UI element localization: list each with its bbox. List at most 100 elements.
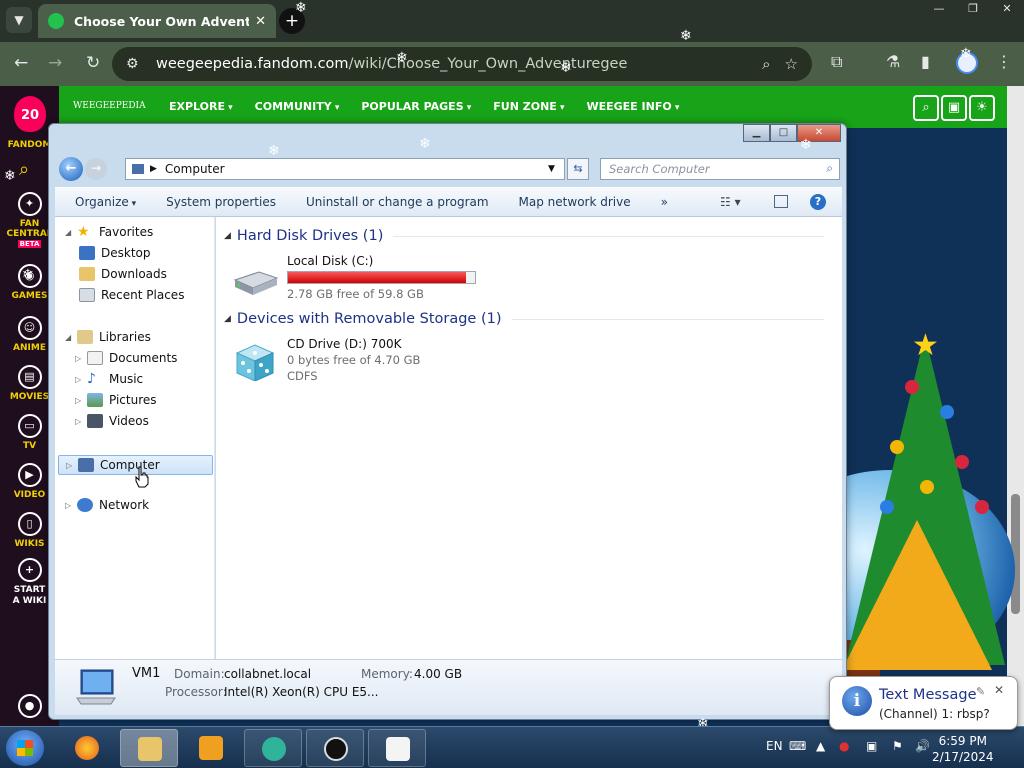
wiki-discuss-icon[interactable]: ▣ [941, 95, 967, 121]
volume-icon[interactable]: 🔊 [915, 739, 930, 753]
nav-documents[interactable]: ▷ Documents [75, 351, 177, 365]
labs-flask-icon[interactable]: ⚗ [886, 52, 900, 71]
network-tray-icon[interactable]: ▣ [866, 739, 877, 753]
search-icon[interactable]: ⌕ [826, 161, 833, 176]
explorer-forward-button[interactable]: → [85, 158, 107, 180]
taskbar-explorer[interactable] [120, 729, 178, 767]
browser-close-button[interactable]: ✕ [990, 0, 1024, 18]
nav-favorites[interactable]: ◢ ★ Favorites [65, 225, 153, 239]
zoom-search-icon[interactable]: ⌕ [762, 55, 770, 73]
start-button[interactable] [6, 730, 44, 766]
drive-free-space: 0 bytes free of 4.70 GB [287, 353, 421, 367]
wiki-menu-explore[interactable]: EXPLORE [169, 100, 233, 113]
clock-time: 6:59 PM [938, 734, 987, 748]
help-icon[interactable]: ? [810, 194, 826, 210]
browser-minimize-button[interactable]: — [922, 0, 956, 18]
downloads-folder-icon [79, 267, 95, 281]
expand-arrow-icon[interactable]: ▷ [75, 375, 85, 384]
wiki-search-icon[interactable]: ⌕ [913, 95, 939, 121]
address-url[interactable]: weegeepedia.fandom.com/wiki/Choose_Your_… [156, 56, 748, 72]
taskbar-app-green[interactable] [244, 729, 302, 767]
nav-network[interactable]: ▷ Network [65, 498, 149, 512]
explorer-refresh-button[interactable]: ⇆ [567, 158, 589, 180]
nav-desktop[interactable]: Desktop [79, 246, 151, 260]
wiki-menu-weegee-info[interactable]: WEEGEE INFO [586, 100, 679, 113]
expand-arrow-icon[interactable]: ▷ [75, 417, 85, 426]
taskbar-app-badge[interactable] [306, 729, 364, 767]
show-hidden-icons[interactable]: ▲ [816, 739, 825, 753]
back-icon[interactable]: ← [14, 53, 28, 73]
browser-menu-icon[interactable]: ⋮ [996, 52, 1012, 71]
collapse-arrow-icon[interactable]: ◢ [224, 314, 231, 324]
taskbar-solitaire[interactable] [368, 729, 426, 767]
expand-arrow-icon[interactable]: ▷ [75, 354, 85, 363]
side-panel-icon[interactable]: ▮ [921, 52, 930, 71]
nav-pictures[interactable]: ▷ Pictures [75, 393, 157, 407]
expand-arrow-icon[interactable]: ▷ [66, 461, 76, 470]
reload-icon[interactable]: ↻ [86, 53, 100, 73]
expand-arrow-icon[interactable]: ▷ [75, 396, 85, 405]
map-network-drive-button[interactable]: Map network drive [519, 195, 631, 209]
nav-libraries[interactable]: ◢ Libraries [65, 330, 151, 344]
change-view-icon[interactable]: ☷ ▾ [720, 195, 741, 209]
info-icon: i [842, 686, 872, 716]
tab-search-button[interactable]: ▼ [6, 7, 32, 33]
pin-icon[interactable]: ✎ [976, 685, 985, 698]
browser-restore-button[interactable]: ❐ [956, 0, 990, 18]
explorer-back-button[interactable]: ← [59, 157, 83, 181]
address-dropdown-icon[interactable]: ▼ [548, 164, 564, 174]
language-indicator[interactable]: EN [766, 739, 783, 753]
wiki-menu-popular-pages[interactable]: POPULAR PAGES [361, 100, 471, 113]
firefox-icon [75, 736, 99, 760]
wiki-menu-community[interactable]: COMMUNITY [255, 100, 340, 113]
keyboard-icon[interactable]: ⌨ [789, 739, 806, 753]
site-info-icon[interactable]: ⚙ [126, 56, 142, 72]
collapse-arrow-icon[interactable]: ◢ [224, 231, 231, 241]
tray-app-icon[interactable]: ● [839, 739, 849, 753]
nav-music[interactable]: ▷ ♪ Music [75, 372, 143, 386]
drive-cd-d[interactable]: CD Drive (D:) 700K 0 bytes free of 4.70 … [231, 337, 491, 391]
nav-videos[interactable]: ▷ Videos [75, 414, 149, 428]
plus-icon: + [17, 558, 42, 582]
extensions-icon[interactable]: ⧉ [831, 52, 842, 72]
more-commands-button[interactable]: » [661, 195, 668, 209]
bookmark-star-icon[interactable]: ☆ [785, 55, 798, 73]
page-scrollbar[interactable] [1007, 86, 1024, 726]
preview-pane-icon[interactable] [774, 195, 788, 208]
address-bar[interactable]: ⚙ weegeepedia.fandom.com/wiki/Choose_You… [112, 47, 812, 81]
expand-arrow-icon[interactable]: ▷ [65, 501, 75, 510]
breadcrumb-separator-icon[interactable]: ▶ [150, 164, 157, 174]
tab-title: Choose Your Own Adventure [74, 13, 250, 29]
explorer-address-bar[interactable]: ▶ Computer ▼ [125, 158, 565, 180]
nav-recent-places[interactable]: Recent Places [79, 288, 184, 302]
system-properties-button[interactable]: System properties [166, 195, 276, 209]
taskbar-firefox[interactable] [58, 729, 116, 767]
wiki-menu-fun-zone[interactable]: FUN ZONE [493, 100, 564, 113]
taskbar-clock[interactable]: 6:59 PM 2/17/2024 [932, 733, 994, 765]
search-icon[interactable]: ⌕ [19, 159, 29, 180]
browser-tab[interactable]: Choose Your Own Adventure ✕ [38, 4, 276, 38]
group-header-hard-disks[interactable]: ◢ Hard Disk Drives (1) [224, 228, 824, 244]
explorer-search-input[interactable]: Search Computer ⌕ [600, 158, 840, 180]
taskbar-media-player[interactable] [182, 729, 240, 767]
explorer-maximize-button[interactable]: □ [770, 124, 797, 142]
wiki-theme-icon[interactable]: ☀ [969, 95, 995, 121]
drive-local-disk-c[interactable]: Local Disk (C:) 2.78 GB free of 59.8 GB [231, 254, 491, 308]
explorer-minimize-button[interactable]: ▁ [743, 124, 770, 142]
tab-close-icon[interactable]: ✕ [255, 14, 266, 29]
notification-toast[interactable]: i Text Message (Channel) 1: rbsp? ✎ ✕ [829, 676, 1018, 730]
action-center-flag-icon[interactable]: ⚑ [892, 739, 903, 753]
uninstall-program-button[interactable]: Uninstall or change a program [306, 195, 489, 209]
collapse-arrow-icon[interactable]: ◢ [65, 228, 75, 237]
wiki-brand[interactable]: WEEGEEPEDIA [73, 101, 146, 111]
nav-downloads[interactable]: Downloads [79, 267, 167, 281]
recent-places-icon [79, 288, 95, 302]
organize-button[interactable]: Organize [75, 195, 136, 209]
notification-close-icon[interactable]: ✕ [994, 683, 1004, 697]
forward-icon[interactable]: → [48, 53, 62, 73]
fandom-logo[interactable]: 20 [14, 96, 46, 132]
breadcrumb[interactable]: Computer [165, 162, 548, 176]
collapse-arrow-icon[interactable]: ◢ [65, 333, 75, 342]
libraries-icon [77, 330, 93, 344]
group-header-removable[interactable]: ◢ Devices with Removable Storage (1) [224, 311, 824, 327]
